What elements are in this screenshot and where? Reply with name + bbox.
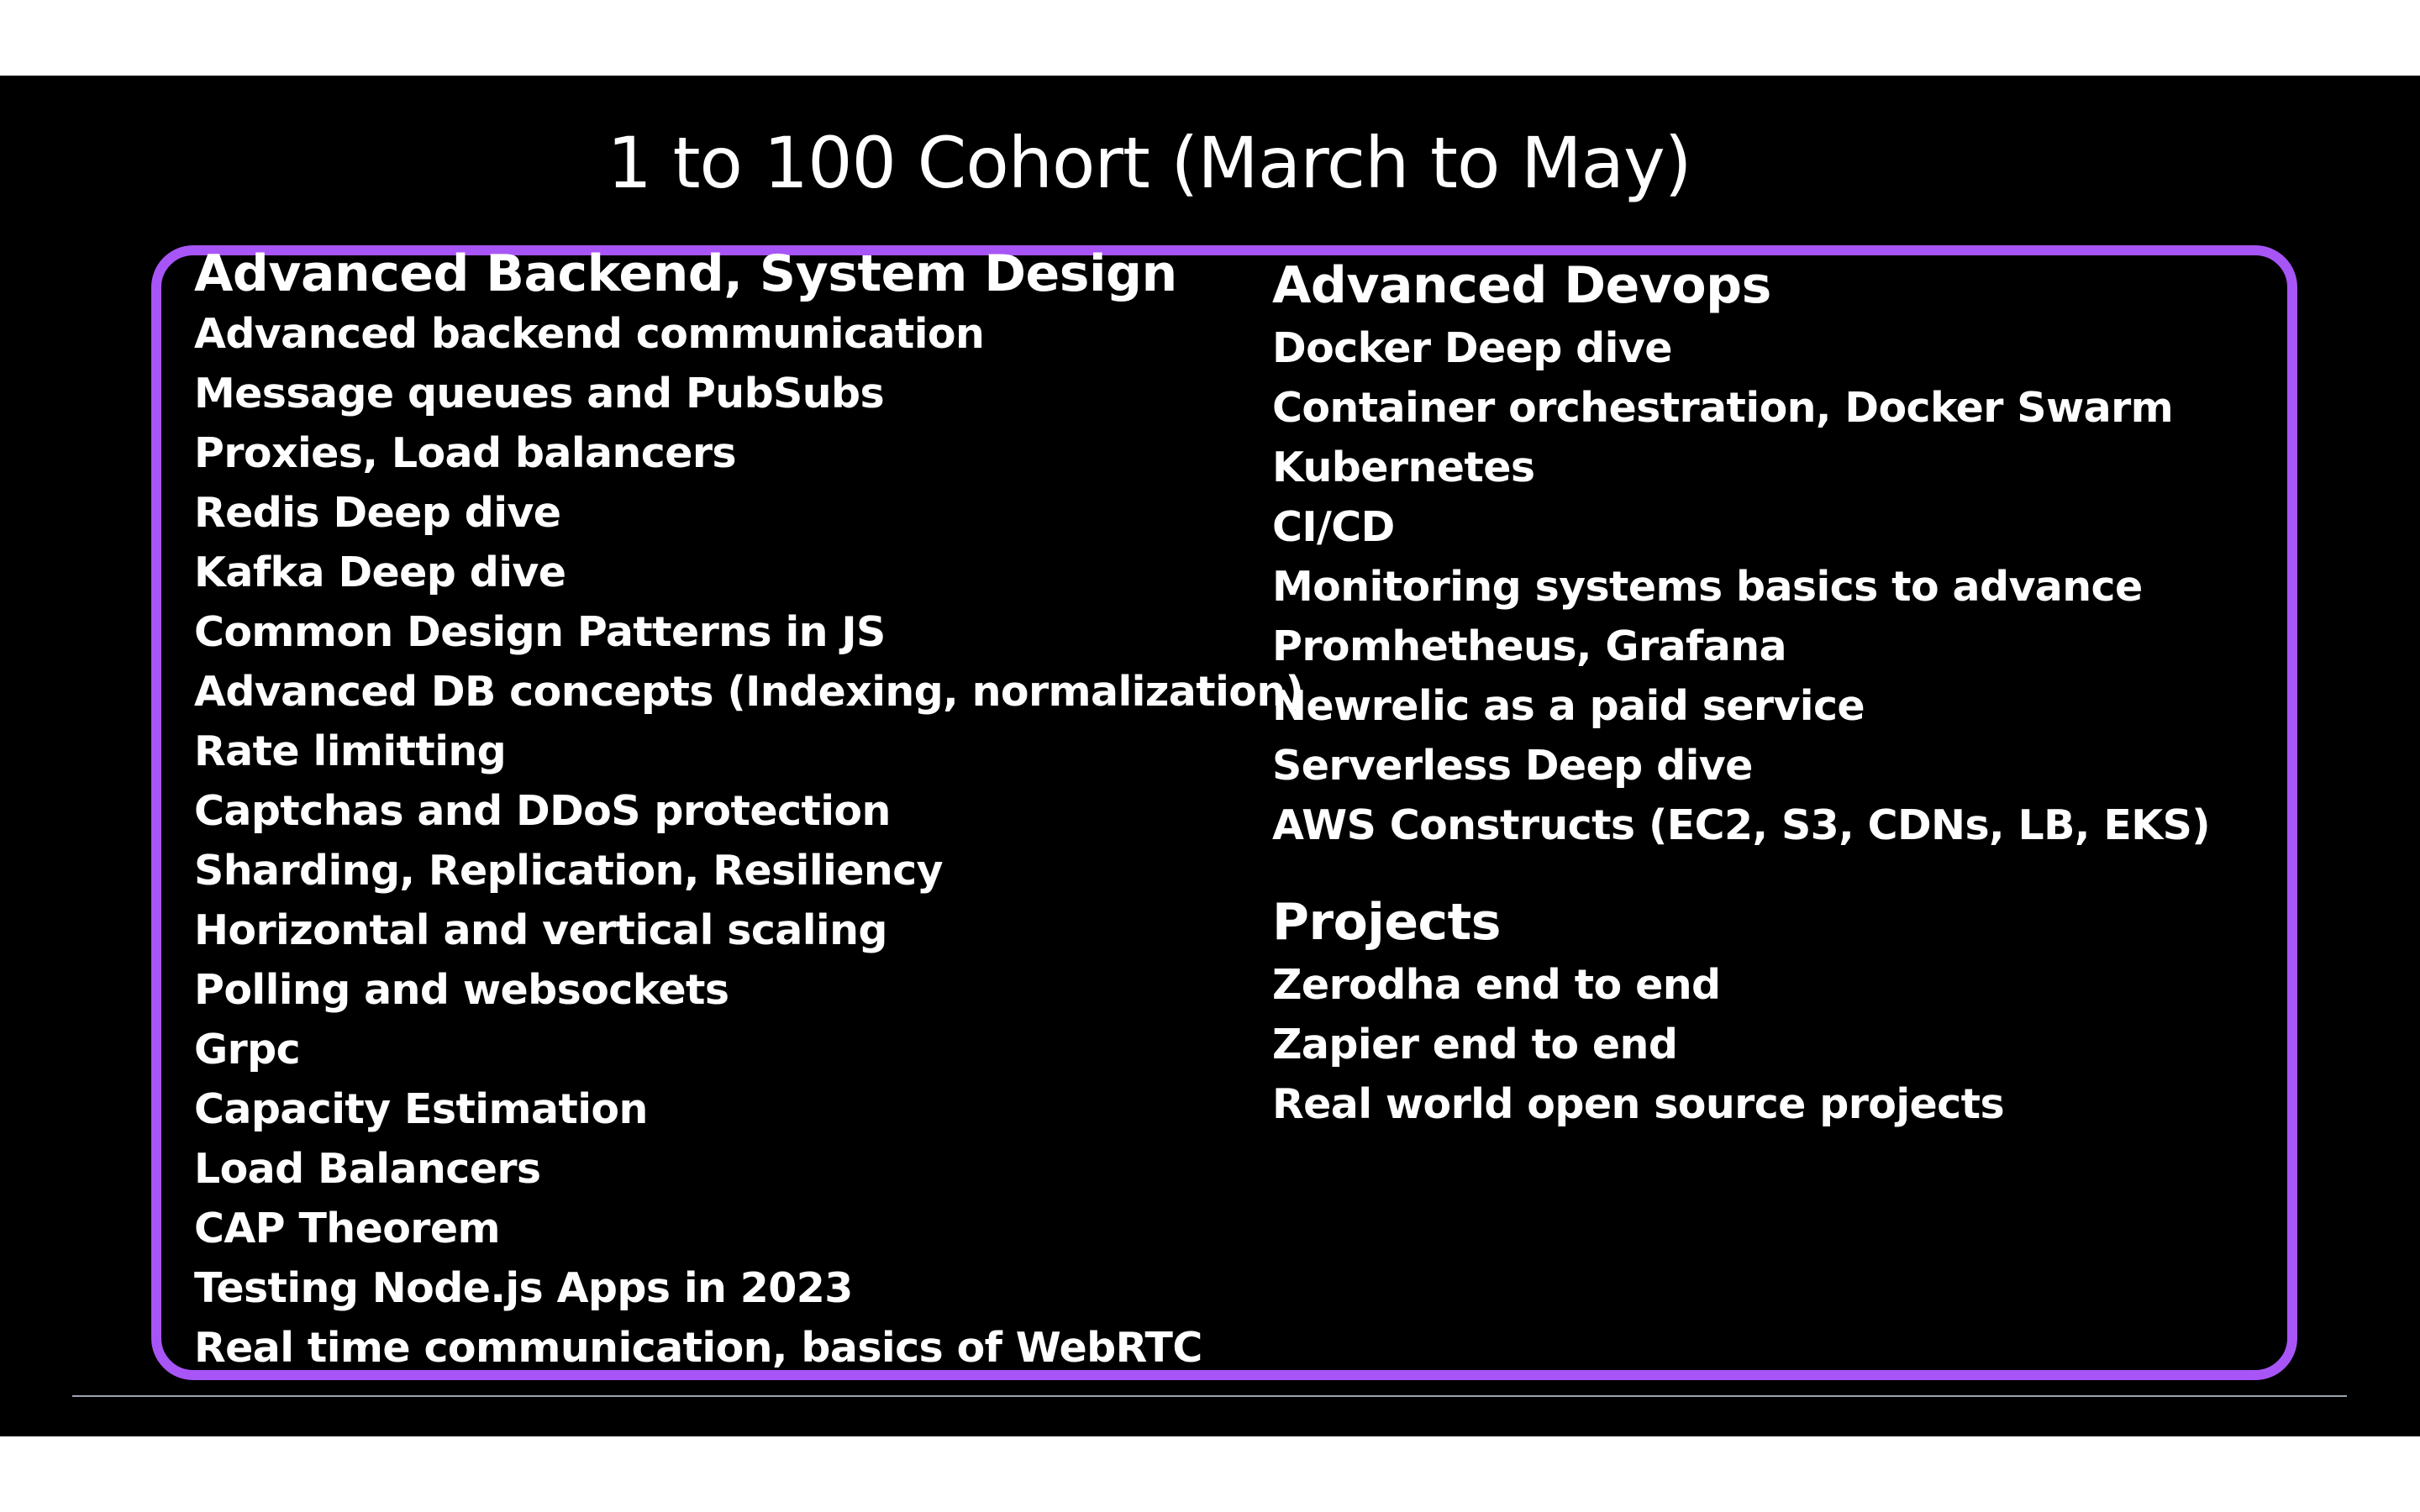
- backend-topic: Common Design Patterns in JS: [194, 608, 886, 656]
- backend-column: Advanced Backend, System Design Advanced…: [194, 244, 1304, 1378]
- backend-topic: Testing Node.js Apps in 2023: [194, 1264, 853, 1312]
- backend-topic: CAP Theorem: [194, 1205, 501, 1252]
- devops-topic: Monitoring systems basics to advance: [1272, 563, 2143, 611]
- backend-section-heading: Advanced Backend, System Design: [194, 244, 1177, 303]
- devops-topic: Promhetheus, Grafana: [1272, 622, 1787, 670]
- project-item: Zerodha end to end: [1272, 961, 1721, 1009]
- devops-topic: AWS Constructs (EC2, S3, CDNs, LB, EKS): [1272, 801, 2211, 849]
- backend-topic: Polling and websockets: [194, 966, 729, 1014]
- backend-topic: Horizontal and vertical scaling: [194, 906, 887, 954]
- devops-projects-column: Advanced Devops Docker Deep dive Contain…: [1272, 255, 2211, 1134]
- backend-topic: Real time communication, basics of WebRT…: [194, 1324, 1202, 1372]
- devops-topic: Kubernetes: [1272, 444, 1535, 491]
- backend-topic: Load Balancers: [194, 1145, 541, 1193]
- backend-topic: Sharding, Replication, Resiliency: [194, 847, 944, 895]
- video-progress-line: [72, 1395, 2347, 1397]
- project-item: Zapier end to end: [1272, 1021, 1678, 1068]
- project-item: Real world open source projects: [1272, 1080, 2005, 1128]
- slide-title: 1 to 100 Cohort (March to May): [607, 122, 1691, 204]
- backend-topic: Advanced DB concepts (Indexing, normaliz…: [194, 668, 1304, 716]
- slide: 1 to 100 Cohort (March to May) Advanced …: [0, 76, 2420, 1436]
- backend-topic: Redis Deep dive: [194, 489, 561, 537]
- devops-section-heading: Advanced Devops: [1272, 256, 1771, 315]
- devops-topic: Docker Deep dive: [1272, 324, 1672, 372]
- backend-topic: Capacity Estimation: [194, 1085, 648, 1133]
- backend-topic: Captchas and DDoS protection: [194, 787, 891, 835]
- backend-topic: Advanced backend communication: [194, 310, 985, 358]
- projects-section-heading: Projects: [1272, 893, 1502, 952]
- devops-topic: CI/CD: [1272, 503, 1395, 551]
- devops-topic: Newrelic as a paid service: [1272, 682, 1865, 730]
- backend-topic: Message queues and PubSubs: [194, 370, 885, 417]
- backend-topic: Rate limitting: [194, 727, 507, 775]
- devops-topic: Serverless Deep dive: [1272, 742, 1753, 790]
- devops-topic: Container orchestration, Docker Swarm: [1272, 384, 2174, 432]
- backend-topic: Grpc: [194, 1026, 301, 1074]
- backend-topic: Kafka Deep dive: [194, 549, 566, 596]
- backend-topic: Proxies, Load balancers: [194, 429, 737, 477]
